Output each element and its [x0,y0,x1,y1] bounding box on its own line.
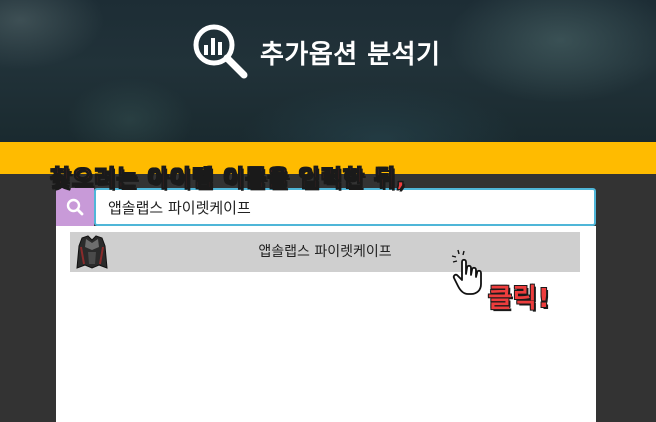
search-input[interactable] [94,188,596,226]
search-icon [66,198,84,216]
header: 추가옵션 분석기 [192,24,441,80]
search-bar [56,188,596,226]
search-button[interactable] [56,188,94,226]
click-hint-text: 클릭! [488,284,551,314]
instruction-text: 찾으려는 아이템 이름을 입력한 뒤, [49,166,407,193]
list-item-label: 앱솔랩스 파이렛케이프 [258,244,392,260]
results-list: 앱솔랩스 파이렛케이프 [56,226,596,422]
hand-cursor-icon [451,249,482,295]
list-item[interactable]: 앱솔랩스 파이렛케이프 [70,232,580,272]
hero-banner: 추가옵션 분석기 [0,0,656,142]
chart-magnifier-icon [193,24,248,79]
page-title: 추가옵션 분석기 [260,39,441,70]
